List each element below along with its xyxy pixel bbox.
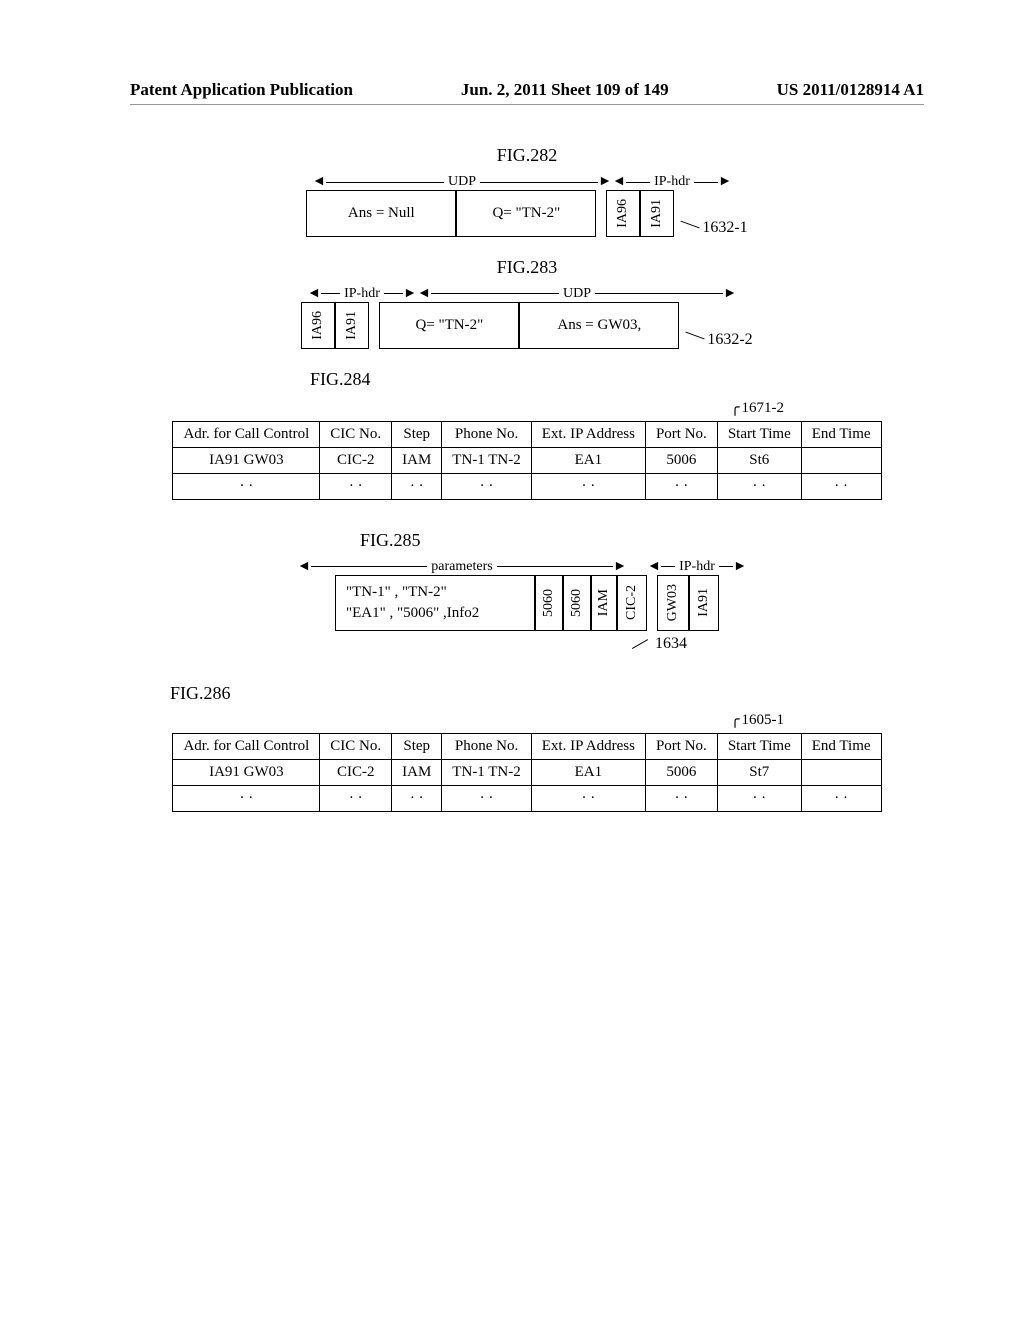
td: TN-1 TN-2 (442, 759, 531, 785)
fig282-title: FIG.282 (130, 145, 924, 166)
fig283-diagram: IP-hdr UDP IA96 IA91 Q= "TN-2" Ans = GW0… (130, 286, 924, 349)
fig286-table: Adr. for Call Control CIC No. Step Phone… (172, 733, 881, 812)
fig282-udp-label: UDP (444, 174, 480, 190)
fig282-ref: 1632-1 (680, 219, 747, 237)
th: Ext. IP Address (531, 421, 645, 447)
th: End Time (801, 733, 881, 759)
table-row: · ·· ·· ·· ·· ·· ·· ·· · (173, 785, 881, 811)
header-left: Patent Application Publication (130, 80, 353, 100)
fig285-iphdr-label: IP-hdr (675, 559, 719, 575)
fig285-c6: IA91 (696, 586, 712, 619)
fig284-title: FIG.284 (310, 369, 924, 390)
fig286-ref: 1605-1 (730, 712, 784, 728)
fig283-title: FIG.283 (130, 257, 924, 278)
td: IAM (392, 759, 442, 785)
fig282-ip1: IA96 (615, 197, 631, 230)
table-row: IA91 GW03 CIC-2 IAM TN-1 TN-2 EA1 5006 S… (173, 759, 881, 785)
td: IA91 GW03 (173, 759, 320, 785)
td: St7 (717, 759, 801, 785)
th: Start Time (717, 733, 801, 759)
header-right: US 2011/0128914 A1 (777, 80, 924, 100)
th: Ext. IP Address (531, 733, 645, 759)
th: CIC No. (320, 421, 392, 447)
td: 5006 (645, 759, 717, 785)
td: CIC-2 (320, 759, 392, 785)
td: IAM (392, 447, 442, 473)
fig285-ref: 1634 (655, 635, 687, 652)
fig283-iphdr-label: IP-hdr (340, 286, 384, 302)
td: 5006 (645, 447, 717, 473)
th: Step (392, 733, 442, 759)
fig285-c3: IAM (596, 587, 612, 618)
fig282-diagram: UDP IP-hdr Ans = Null Q= "TN-2" IA96 IA9… (130, 174, 924, 237)
fig283-udp-label: UDP (559, 286, 595, 302)
th: Port No. (645, 733, 717, 759)
td: EA1 (531, 447, 645, 473)
td: CIC-2 (320, 447, 392, 473)
fig282-iphdr-label: IP-hdr (650, 174, 694, 190)
th: Phone No. (442, 733, 531, 759)
fig284-table: Adr. for Call Control CIC No. Step Phone… (172, 421, 881, 500)
td (801, 447, 881, 473)
fig285-c5: GW03 (665, 582, 681, 623)
fig282-q: Q= "TN-2" (456, 190, 596, 237)
fig282-ip2: IA91 (649, 197, 665, 230)
fig282-ans: Ans = Null (306, 190, 456, 237)
fig283-ip2: IA91 (344, 309, 360, 342)
table-row: · ·· ·· ·· ·· ·· ·· ·· · (173, 473, 881, 499)
th: Start Time (717, 421, 801, 447)
fig285-params-label: parameters (427, 559, 496, 575)
table-header-row: Adr. for Call Control CIC No. Step Phone… (173, 733, 881, 759)
fig285-title: FIG.285 (360, 530, 924, 551)
td: TN-1 TN-2 (442, 447, 531, 473)
header-center: Jun. 2, 2011 Sheet 109 of 149 (461, 80, 669, 100)
th: CIC No. (320, 733, 392, 759)
fig283-ip1: IA96 (310, 309, 326, 342)
fig284-ref: 1671-2 (730, 400, 784, 416)
fig285-c1: 5060 (541, 587, 557, 619)
fig285-params-line2: "EA1" , "5006" ,Info2 (346, 603, 479, 624)
fig283-ans: Ans = GW03, (519, 302, 679, 349)
td (801, 759, 881, 785)
table-row: IA91 GW03 CIC-2 IAM TN-1 TN-2 EA1 5006 S… (173, 447, 881, 473)
fig285-c4: CIC-2 (624, 583, 640, 622)
td: EA1 (531, 759, 645, 785)
th: End Time (801, 421, 881, 447)
th: Step (392, 421, 442, 447)
th: Adr. for Call Control (173, 733, 320, 759)
fig285-diagram: parameters IP-hdr "TN-1" , "TN-2" "EA1" … (130, 559, 924, 653)
table-header-row: Adr. for Call Control CIC No. Step Phone… (173, 421, 881, 447)
td: St6 (717, 447, 801, 473)
td: IA91 GW03 (173, 447, 320, 473)
th: Port No. (645, 421, 717, 447)
fig286-title: FIG.286 (170, 683, 924, 704)
fig285-params-line1: "TN-1" , "TN-2" (346, 582, 479, 603)
th: Phone No. (442, 421, 531, 447)
th: Adr. for Call Control (173, 421, 320, 447)
page-header: Patent Application Publication Jun. 2, 2… (130, 80, 924, 105)
fig283-q: Q= "TN-2" (379, 302, 519, 349)
fig285-c2: 5060 (569, 587, 585, 619)
fig283-ref: 1632-2 (685, 331, 752, 349)
